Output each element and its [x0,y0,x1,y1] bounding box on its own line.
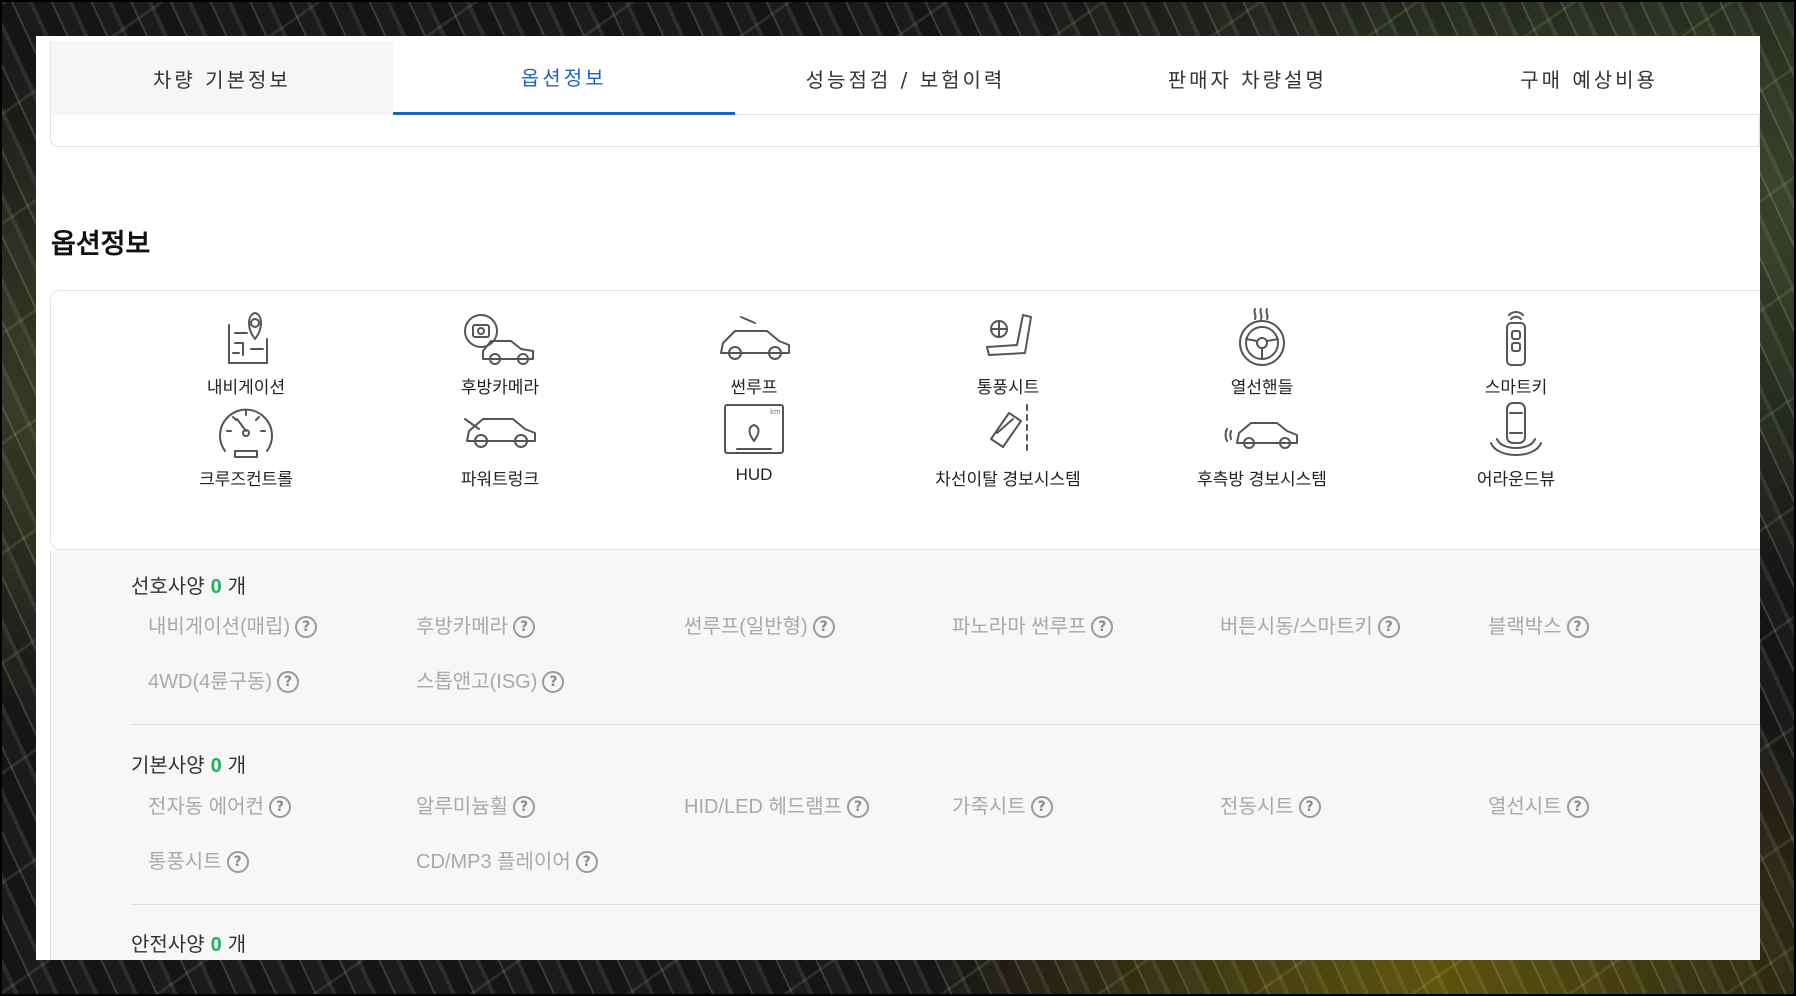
help-icon[interactable]: ? [1377,615,1400,638]
help-icon[interactable]: ? [513,795,535,818]
help-icon[interactable]: ? [1566,615,1589,638]
rear-camera-icon [464,314,534,365]
lane-departure-icon [990,404,1028,456]
help-icon[interactable]: ? [847,795,870,818]
key-option-label: 스마트키 [1484,378,1548,397]
key-option-label: 후측방 경보시스템 [1197,470,1327,489]
key-option-label: 통풍시트 [976,378,1040,397]
key-options-card: 내비게이션 후방카메라 썬루프 통풍시트 열선핸들 스마트키 크루즈컨트롤 파워… [50,290,1760,550]
option-item: CD/MP3 플레이어? [416,845,598,874]
section-title: 옵션정보 [51,229,151,259]
help-icon[interactable]: ? [295,615,318,638]
group-heading-basic: 기본사양 0 개 [131,749,246,778]
key-option-navigation: 내비게이션 [146,307,346,398]
key-option-label: 후방카메라 [460,378,540,397]
option-item: 썬루프(일반형)? [684,610,835,639]
option-item: 4WD(4륜구동)? [148,665,300,694]
help-icon[interactable]: ? [575,850,598,873]
option-groups: 선호사양 0 개 내비게이션(매립)? 후방카메라? 썬루프(일반형)? 파노라마 … [50,550,1760,960]
key-option-blind-spot: 후측방 경보시스템 [1162,399,1362,490]
tab-inspection-insurance[interactable]: 성능점검 / 보험이력 [735,41,1077,115]
key-option-label: 썬루프 [730,378,778,397]
help-icon[interactable]: ? [812,615,835,638]
help-icon[interactable]: ? [226,850,249,873]
key-option-label: 파워트렁크 [460,470,540,489]
power-trunk-car-icon [464,418,536,448]
option-item: 파노라마 썬루프? [952,610,1114,639]
key-option-hud: km HUD [654,399,854,485]
tab-seller-description[interactable]: 판매자 차량설명 [1076,41,1418,115]
option-item: 열선시트? [1488,790,1589,819]
option-item: 블랙박스? [1488,610,1589,639]
help-icon[interactable]: ? [268,795,291,818]
group-heading-preferred: 선호사양 0 개 [131,570,246,599]
key-option-label: 크루즈컨트롤 [199,470,293,489]
help-icon[interactable]: ? [1030,795,1053,818]
key-option-label: HUD [735,465,773,484]
group-count-unit: 개 [227,576,247,598]
option-item: 전동시트? [1220,790,1321,819]
group-heading-safety: 안전사양 0 개 [131,928,246,957]
key-option-around-view: 어라운드뷰 [1416,399,1616,490]
sunroof-car-icon [720,316,790,360]
head-up-display-icon: km [724,404,784,454]
group-count: 0 [210,934,222,956]
group-divider [131,724,1760,725]
option-item: HID/LED 헤드램프? [684,790,870,819]
group-title: 기본사양 [131,755,205,777]
group-divider [131,904,1760,905]
help-icon[interactable]: ? [1091,615,1114,638]
option-item: 버튼시동/스마트키? [1220,610,1400,639]
help-icon[interactable]: ? [277,670,300,693]
key-option-label: 차선이탈 경보시스템 [935,470,1081,489]
blind-spot-warning-icon [1224,422,1298,449]
key-option-label: 어라운드뷰 [1476,470,1556,489]
cruise-control-gauge-icon [219,408,273,458]
group-count: 0 [210,755,222,777]
group-count: 0 [210,576,222,598]
key-option-power-trunk: 파워트렁크 [400,399,600,490]
tab-options[interactable]: 옵션정보 [392,41,735,115]
option-item: 가죽시트? [952,790,1053,819]
key-option-ventilated-seat: 통풍시트 [908,307,1108,398]
detail-tabs: 차량 기본정보 옵션정보 성능점검 / 보험이력 판매자 차량설명 구매 예상비… [50,41,1760,115]
key-option-cruise-control: 크루즈컨트롤 [146,399,346,490]
help-icon[interactable]: ? [1298,795,1321,818]
key-option-label: 내비게이션 [206,378,286,397]
key-option-rear-camera: 후방카메라 [400,307,600,398]
key-option-sunroof: 썬루프 [654,307,854,398]
group-count-unit: 개 [227,755,247,777]
key-option-lane-departure: 차선이탈 경보시스템 [908,399,1108,490]
option-item: 스톱앤고(ISG)? [416,665,565,694]
smart-key-icon [1506,311,1526,366]
help-icon[interactable]: ? [542,670,565,693]
navigation-map-icon [228,312,268,364]
option-item: 내비게이션(매립)? [148,610,318,639]
option-item: 전자동 에어컨? [148,790,291,819]
key-option-label: 열선핸들 [1230,378,1294,397]
ventilated-seat-icon [986,314,1032,356]
heated-steering-wheel-icon [1239,308,1285,366]
tab-basic-info[interactable]: 차량 기본정보 [51,41,393,115]
key-option-smart-key: 스마트키 [1416,307,1616,398]
around-view-icon [1490,402,1542,456]
vehicle-detail-panel: 차량 기본정보 옵션정보 성능점검 / 보험이력 판매자 차량설명 구매 예상비… [36,36,1760,960]
help-icon[interactable]: ? [513,615,535,638]
option-item: 후방카메라? [416,610,535,639]
group-title: 안전사양 [131,934,205,956]
group-count-unit: 개 [227,934,247,956]
group-title: 선호사양 [131,576,205,598]
help-icon[interactable]: ? [1566,795,1589,818]
hud-km-label: km [770,408,781,416]
tab-content-strip [50,115,1760,147]
key-option-heated-wheel: 열선핸들 [1162,307,1362,398]
tab-purchase-cost[interactable]: 구매 예상비용 [1418,41,1760,115]
option-item: 통풍시트? [148,845,249,874]
option-item: 알루미늄휠? [416,790,535,819]
